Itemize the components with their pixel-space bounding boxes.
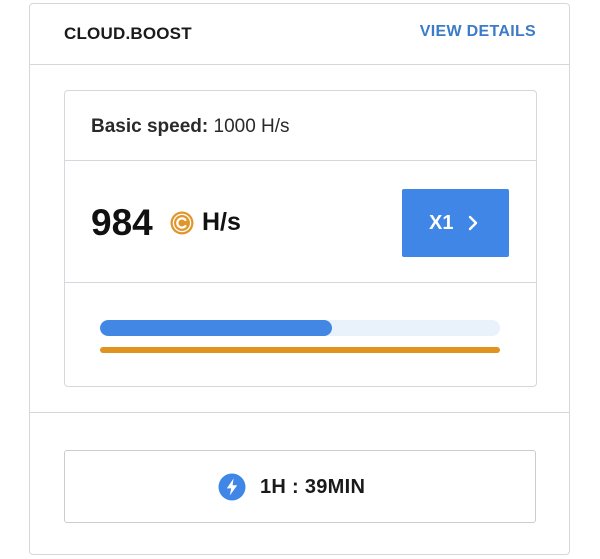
view-details-link[interactable]: VIEW DETAILS	[420, 23, 536, 41]
progress-row	[65, 283, 536, 388]
speed-panel: Basic speed: 1000 H/s 984 H/s X1	[64, 90, 537, 387]
coin-c-icon	[170, 211, 194, 235]
lightning-bolt-icon	[218, 473, 246, 501]
multiplier-button[interactable]: X1	[402, 189, 509, 257]
section-divider	[30, 412, 569, 413]
chevron-right-icon	[468, 215, 478, 231]
basic-speed-row: Basic speed: 1000 H/s	[65, 91, 536, 161]
rate-unit: H/s	[202, 208, 241, 236]
current-rate-value: 984	[91, 202, 153, 243]
current-rate-row: 984 H/s X1	[65, 161, 536, 283]
basic-speed-label: Basic speed:	[91, 116, 209, 137]
progress-track	[100, 320, 500, 336]
cloud-boost-card: CLOUD.BOOST VIEW DETAILS Basic speed: 10…	[29, 3, 570, 555]
secondary-progress-bar	[100, 347, 500, 353]
basic-speed-value: 1000 H/s	[213, 116, 290, 137]
progress-fill	[100, 320, 332, 336]
card-header: CLOUD.BOOST VIEW DETAILS	[30, 4, 569, 65]
basic-speed-text: Basic speed: 1000 H/s	[91, 116, 290, 138]
boost-timer-text: 1H : 39MIN	[260, 476, 366, 498]
brand-title: CLOUD.BOOST	[64, 24, 192, 43]
boost-timer-button[interactable]: 1H : 39MIN	[64, 450, 536, 523]
multiplier-label: X1	[429, 212, 454, 234]
